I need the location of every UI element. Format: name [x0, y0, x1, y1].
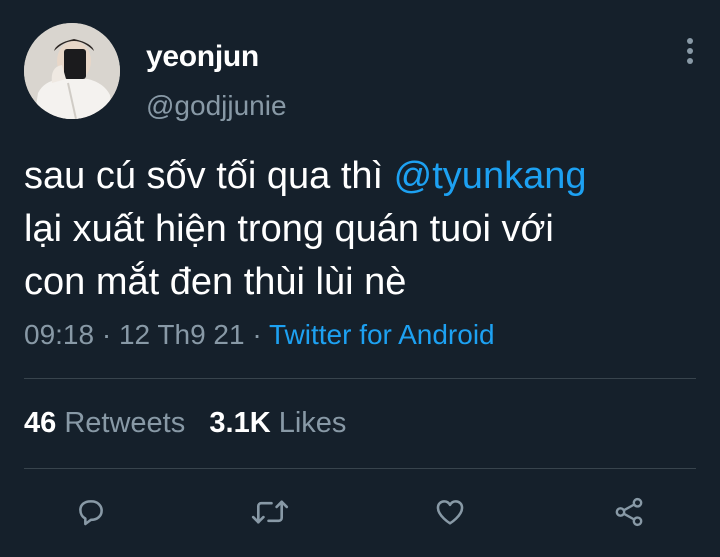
avatar-photo — [24, 23, 120, 119]
heart-icon — [436, 500, 464, 525]
share-icon — [615, 497, 643, 527]
display-name[interactable]: yeonjun — [146, 40, 259, 74]
meta-separator: · — [244, 319, 269, 350]
retweets-label: Retweets — [64, 407, 186, 439]
retweet-icon — [251, 500, 289, 524]
tweet-meta: 09:18 · 12 Th9 21 · Twitter for Android — [24, 319, 495, 351]
share-button[interactable] — [609, 492, 649, 532]
retweets-stat[interactable]: 46 Retweets — [24, 407, 185, 439]
likes-stat[interactable]: 3.1K Likes — [209, 407, 346, 439]
retweet-button[interactable] — [250, 492, 290, 532]
reply-button[interactable] — [71, 492, 111, 532]
avatar[interactable] — [24, 23, 120, 119]
tweet-line-2: lại xuất hiện trong quán tuoi với — [24, 208, 554, 250]
tweet-stats: 46 Retweets 3.1K Likes — [24, 407, 346, 440]
meta-separator: · — [94, 319, 119, 350]
tweet-date: 12 Th9 21 — [118, 319, 245, 350]
tweet-line-3: con mắt đen thùi lùi nè — [24, 261, 407, 303]
tweet-line-1-text: sau cú sốv tối qua thì — [24, 155, 394, 197]
more-vertical-icon[interactable] — [682, 36, 698, 70]
likes-label: Likes — [278, 407, 347, 439]
retweets-count: 46 — [24, 407, 57, 439]
divider — [24, 378, 696, 379]
tweet-text: sau cú sốv tối qua thì @tyunkang lại xuấ… — [24, 150, 704, 309]
tweet-source-link[interactable]: Twitter for Android — [269, 319, 495, 350]
tweet-time: 09:18 — [24, 319, 95, 350]
like-button[interactable] — [430, 492, 470, 532]
reply-icon — [79, 500, 103, 526]
divider — [24, 468, 696, 469]
likes-count: 3.1K — [209, 407, 271, 439]
user-handle[interactable]: @godjjunie — [146, 90, 287, 122]
mention-link[interactable]: @tyunkang — [394, 155, 587, 197]
tweet-line-1: sau cú sốv tối qua thì @tyunkang — [24, 150, 704, 203]
